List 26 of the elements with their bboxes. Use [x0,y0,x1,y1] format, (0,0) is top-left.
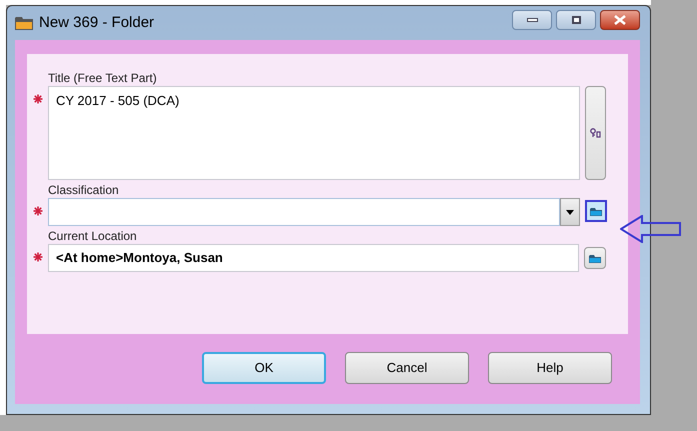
dialog-button[interactable]: OK [202,352,326,384]
spellcheck-button[interactable] [585,86,606,180]
minimize-icon [526,18,538,22]
browse-button[interactable] [585,200,607,222]
field-label: Title (Free Text Part) [48,70,158,86]
key-icon [590,128,601,138]
arrow-icon [620,215,682,243]
close-button[interactable] [600,10,640,30]
location-field[interactable]: <At home>Montoya, Susan [48,244,579,272]
maximize-button[interactable] [556,10,596,30]
field-label: Current Location [48,228,138,244]
dialog-button[interactable]: Help [488,352,612,384]
folder-icon [590,206,602,216]
minimize-button[interactable] [512,10,552,30]
field-label: Classification [48,182,120,198]
combo-field[interactable] [48,198,560,226]
browse-button[interactable] [584,247,606,269]
folder-icon [15,16,33,30]
text-area[interactable]: CY 2017 - 505 (DCA) [48,86,580,180]
close-icon [614,15,626,25]
window-title: New 369 - Folder [39,12,154,33]
maximize-icon [572,16,580,24]
folder-icon [589,254,601,262]
caret-icon [566,210,574,214]
dialog-button[interactable]: Cancel [345,352,469,384]
dropdown-button[interactable] [560,198,580,226]
